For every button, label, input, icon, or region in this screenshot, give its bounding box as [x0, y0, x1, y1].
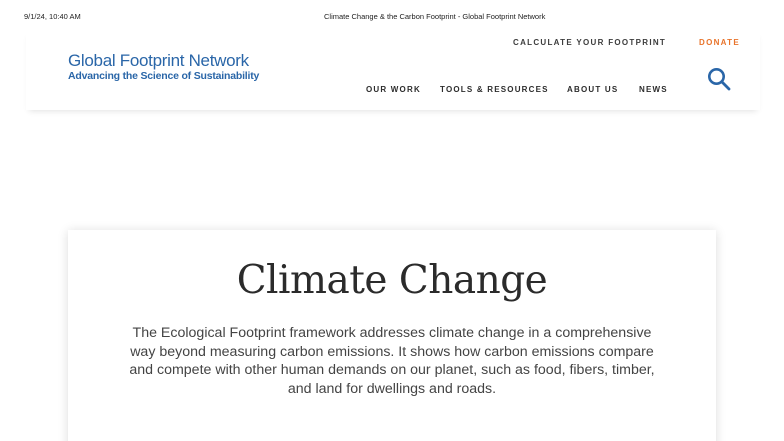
print-title: Climate Change & the Carbon Footprint - …: [324, 12, 546, 21]
print-date: 9/1/24, 10:40 AM: [24, 12, 81, 21]
search-button[interactable]: [706, 66, 732, 92]
nav-item-about-us[interactable]: ABOUT US: [567, 85, 618, 94]
nav-item-tools-resources[interactable]: TOOLS & RESOURCES: [440, 85, 549, 94]
main-nav: OUR WORK TOOLS & RESOURCES ABOUT US NEWS: [26, 85, 760, 97]
print-header: 9/1/24, 10:40 AM Climate Change & the Ca…: [0, 12, 784, 24]
donate-link[interactable]: DONATE: [699, 38, 740, 47]
site-logo[interactable]: Global Footprint Network Advancing the S…: [68, 52, 288, 83]
nav-item-news[interactable]: NEWS: [639, 85, 668, 94]
nav-item-our-work[interactable]: OUR WORK: [366, 85, 421, 94]
page: 9/1/24, 10:40 AM Climate Change & the Ca…: [0, 0, 784, 441]
logo-name: Global Footprint Network: [68, 51, 249, 70]
content-card: Climate Change The Ecological Footprint …: [68, 230, 716, 441]
intro-paragraph: The Ecological Footprint framework addre…: [129, 325, 655, 397]
page-title: Climate Change: [236, 258, 548, 303]
search-icon: [708, 68, 731, 91]
site-header: Global Footprint Network Advancing the S…: [26, 30, 760, 110]
calculate-footprint-link[interactable]: CALCULATE YOUR FOOTPRINT: [513, 38, 666, 47]
logo-tagline: Advancing the Science of Sustainability: [68, 70, 260, 82]
